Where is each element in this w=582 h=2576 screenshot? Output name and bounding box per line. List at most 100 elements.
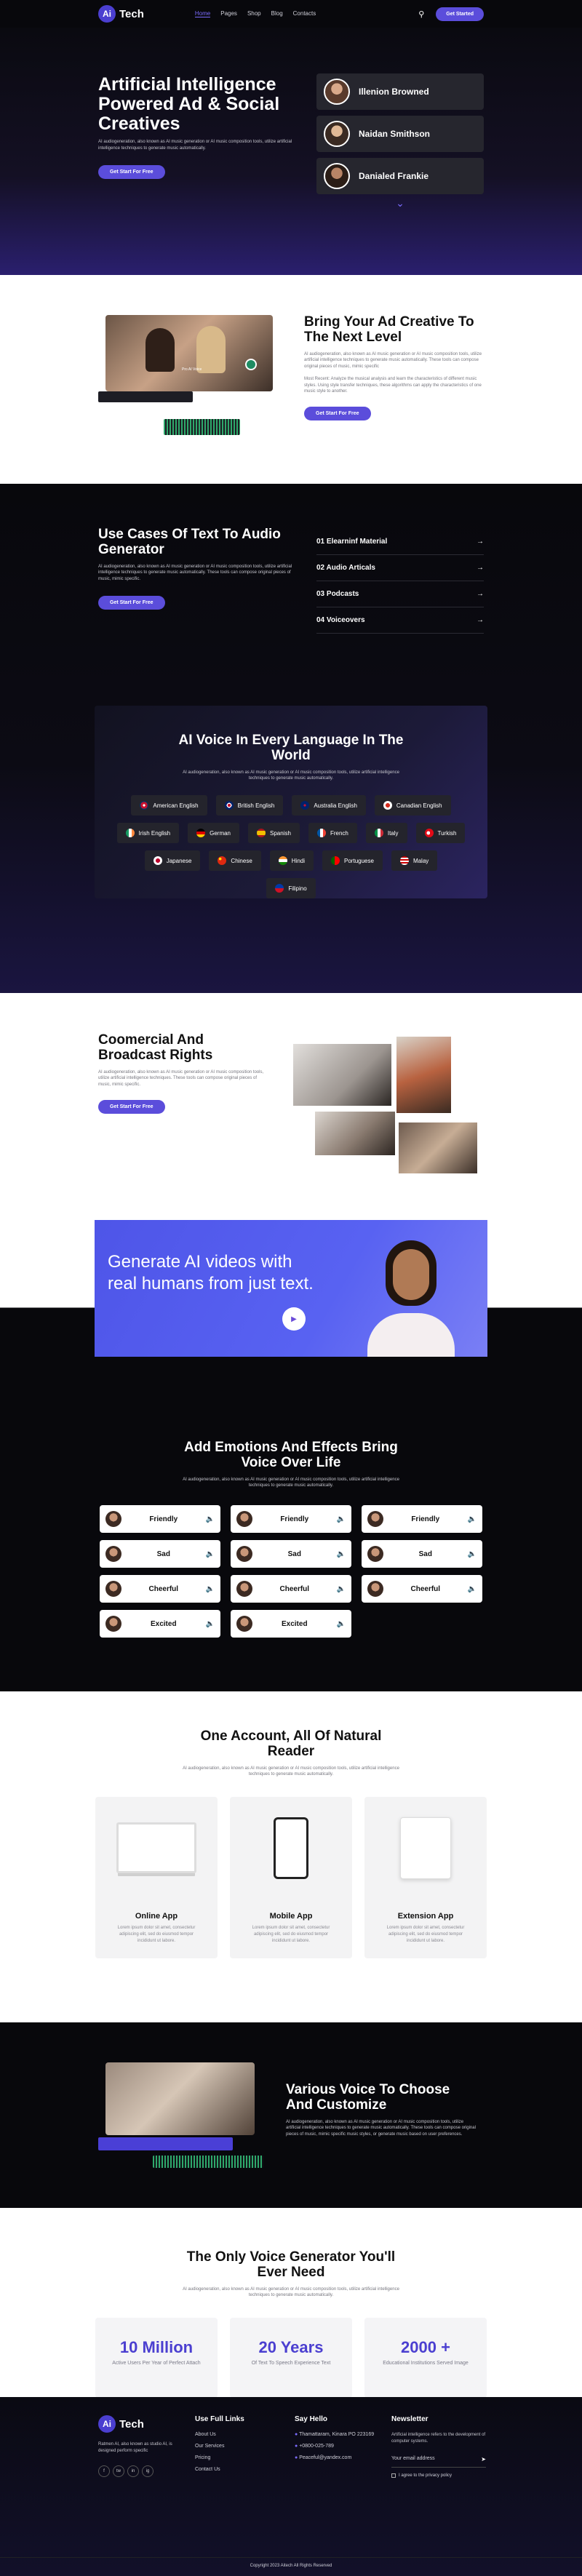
nav-link-pages[interactable]: Pages	[220, 10, 237, 17]
twitter-icon[interactable]: tw	[113, 2465, 124, 2478]
linkedin-icon[interactable]: in	[127, 2465, 139, 2478]
footer-link-pricing[interactable]: Pricing	[195, 2455, 275, 2460]
speaker-icon[interactable]: 🔈	[337, 1585, 346, 1593]
app-card-desc: Lorem ipsum dolor sit amet, consectetur …	[252, 1926, 330, 1943]
emotion-card[interactable]: Friendly 🔈	[231, 1505, 351, 1534]
use-case-item[interactable]: 03 Podcasts →	[316, 581, 484, 607]
chevron-down-icon[interactable]: ⌄	[316, 198, 484, 208]
emotion-card[interactable]: Cheerful 🔈	[231, 1575, 351, 1603]
avatar	[236, 1616, 252, 1632]
language-chip[interactable]: American English	[131, 795, 207, 816]
emotion-card[interactable]: Friendly 🔈	[362, 1505, 482, 1534]
use-case-item[interactable]: 02 Audio Articals →	[316, 555, 484, 581]
footer-link-about[interactable]: About Us	[195, 2432, 275, 2437]
language-chip[interactable]: German	[188, 823, 240, 844]
speaker-icon[interactable]: 🔈	[206, 1550, 215, 1558]
emotion-card[interactable]: Friendly 🔈	[100, 1505, 220, 1534]
play-icon[interactable]	[245, 359, 257, 370]
one-account-title: One Account, All Of Natural Reader	[200, 1728, 382, 1759]
send-icon[interactable]: ➤	[481, 2456, 486, 2463]
studio-image	[293, 1044, 391, 1106]
footer-link-contact[interactable]: Contact Us	[195, 2467, 275, 2472]
extension-illustration	[400, 1817, 451, 1879]
language-chip[interactable]: Australia English	[292, 795, 366, 816]
audio-player-bar[interactable]	[98, 2137, 233, 2150]
speaker-icon[interactable]: 🔈	[468, 1550, 477, 1558]
app-card[interactable]: Mobile App Lorem ipsum dolor sit amet, c…	[230, 1797, 352, 1959]
language-label: British English	[237, 802, 275, 809]
emotion-card[interactable]: Sad 🔈	[100, 1540, 220, 1568]
footer-link-services[interactable]: Our Services	[195, 2444, 275, 2449]
language-chip[interactable]: Portuguese	[322, 850, 383, 872]
arrow-right-icon: →	[477, 564, 484, 572]
app-card[interactable]: Online App Lorem ipsum dolor sit amet, c…	[95, 1797, 218, 1959]
stat-number: 2000 +	[401, 2338, 450, 2357]
use-case-item[interactable]: 04 Voiceovers →	[316, 607, 484, 634]
emotion-card[interactable]: Excited 🔈	[100, 1610, 220, 1638]
flag-philippines-icon	[275, 884, 284, 893]
studio-photo	[105, 2062, 255, 2135]
language-chip[interactable]: Chinese	[209, 850, 261, 872]
various-title: Various Voice To Choose And Customize	[286, 2082, 450, 2113]
use-cases-cta-button[interactable]: Get Start For Free	[98, 595, 165, 610]
waveform-graphic	[164, 419, 240, 435]
language-chip[interactable]: British English	[215, 795, 284, 816]
search-icon[interactable]: ⚲	[418, 9, 424, 19]
language-chip[interactable]: Canadian English	[374, 795, 451, 816]
emotion-label: Friendly	[280, 1515, 309, 1523]
footer-logo[interactable]: Ai Tech	[98, 2415, 186, 2433]
footer-about: Ratmen AI, also known as studio AI, is d…	[98, 2442, 172, 2453]
language-chip[interactable]: French	[308, 823, 357, 844]
voice-card[interactable]: Illenion Browned	[316, 73, 484, 110]
ad-creative-cta-button[interactable]: Get Start For Free	[304, 406, 371, 420]
language-chip[interactable]: Irish English	[116, 823, 180, 844]
privacy-checkbox[interactable]	[391, 2473, 396, 2479]
hero-cta-button[interactable]: Get Start For Free	[98, 164, 165, 179]
speaker-icon[interactable]: 🔈	[206, 1620, 215, 1628]
commercial-cta-button[interactable]: Get Start For Free	[98, 1099, 165, 1114]
voice-card[interactable]: Naidan Smithson	[316, 116, 484, 152]
instagram-icon[interactable]: ig	[142, 2465, 154, 2478]
stat-label: Educational Institutions Served Image	[383, 2361, 469, 2366]
get-started-button[interactable]: Get Started	[436, 7, 484, 21]
play-button[interactable]: ▶	[282, 1307, 306, 1331]
stat-card: 20 Years Of Text To Speech Experience Tex…	[230, 2318, 352, 2397]
emotion-card[interactable]: Sad 🔈	[362, 1540, 482, 1568]
video-banner[interactable]: Generate AI videos with real humans from…	[95, 1220, 487, 1357]
stat-number: 10 Million	[119, 2338, 194, 2357]
emotion-card[interactable]: Sad 🔈	[231, 1540, 351, 1568]
footer-email[interactable]: ● Peaceful@yandex.com	[295, 2455, 382, 2460]
language-chip[interactable]: Turkish	[415, 823, 466, 844]
language-chip[interactable]: Japanese	[144, 850, 201, 872]
emotion-card[interactable]: Cheerful 🔈	[100, 1575, 220, 1603]
speaker-icon[interactable]: 🔈	[337, 1515, 346, 1523]
speaker-icon[interactable]: 🔈	[337, 1550, 346, 1558]
language-chip[interactable]: Italy	[365, 823, 407, 844]
language-chip[interactable]: Filipino	[266, 878, 316, 899]
audio-player-bar[interactable]	[98, 391, 193, 402]
speaker-icon[interactable]: 🔈	[337, 1620, 346, 1628]
language-chip[interactable]: Malay	[391, 850, 438, 872]
nav-link-contacts[interactable]: Contacts	[293, 10, 316, 17]
use-case-item[interactable]: 01 Elearninf Material →	[316, 529, 484, 555]
speaker-icon[interactable]: 🔈	[468, 1515, 477, 1523]
newsletter-email-field[interactable]: Your email address ➤	[391, 2452, 486, 2468]
app-card[interactable]: Extension App Lorem ipsum dolor sit amet…	[364, 1797, 487, 1959]
speaker-icon[interactable]: 🔈	[206, 1515, 215, 1523]
speaker-icon[interactable]: 🔈	[468, 1585, 477, 1593]
voice-card[interactable]: Danialed Frankie	[316, 158, 484, 194]
logo[interactable]: Ai Tech	[98, 5, 144, 23]
nav-link-blog[interactable]: Blog	[271, 10, 283, 17]
language-chip[interactable]: Hindi	[269, 850, 314, 872]
footer-phone[interactable]: ● +0800-025-789	[295, 2444, 382, 2449]
nav-link-shop[interactable]: Shop	[247, 10, 261, 17]
app-card-desc: Lorem ipsum dolor sit amet, consectetur …	[117, 1926, 196, 1943]
footer-email-text: Peaceful@yandex.com	[299, 2455, 352, 2460]
emotion-card[interactable]: Cheerful 🔈	[362, 1575, 482, 1603]
emotion-card[interactable]: Excited 🔈	[231, 1610, 351, 1638]
ad-creative-title: Bring Your Ad Creative To The Next Level	[304, 314, 474, 345]
speaker-icon[interactable]: 🔈	[206, 1585, 215, 1593]
nav-link-home[interactable]: Home	[194, 10, 211, 17]
facebook-icon[interactable]: f	[98, 2465, 110, 2478]
language-chip[interactable]: Spanish	[248, 823, 300, 844]
